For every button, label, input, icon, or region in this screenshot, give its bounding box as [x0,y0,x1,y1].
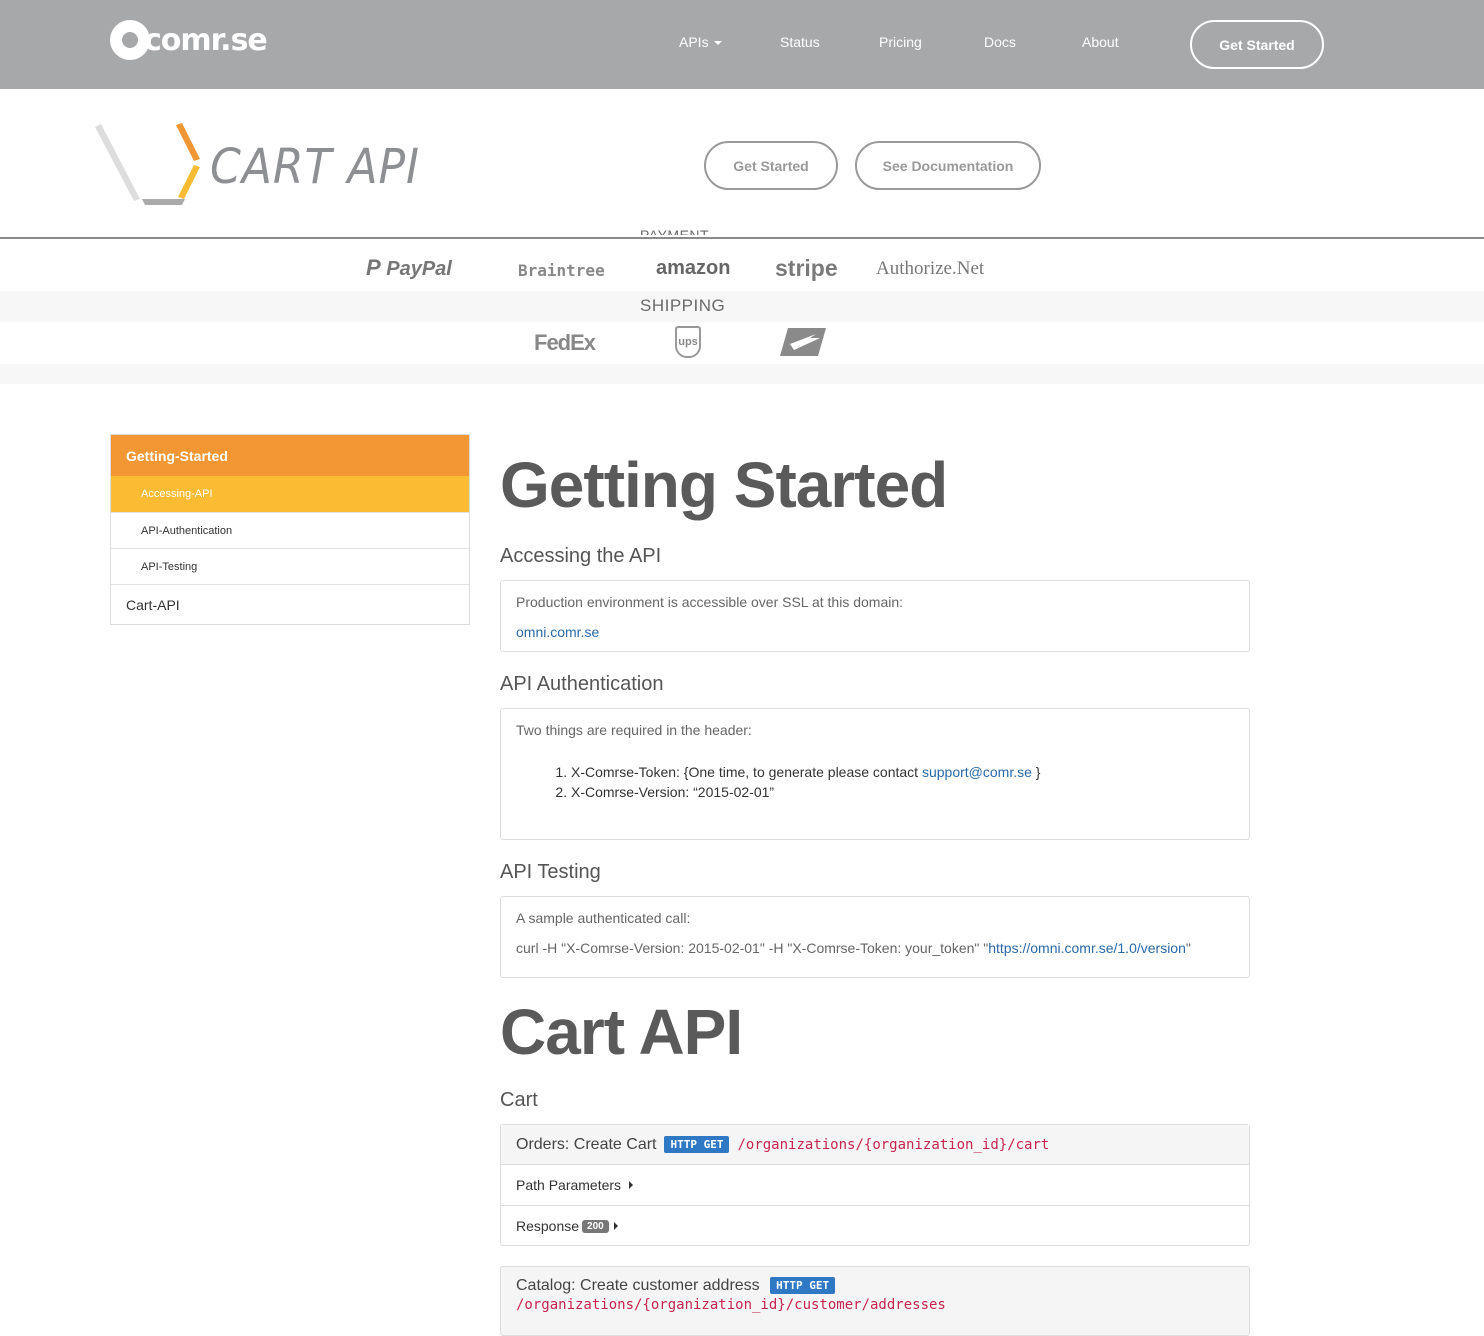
domain-link[interactable]: omni.comr.se [516,624,599,640]
api-testing-heading: API Testing [500,861,601,883]
payment-label: PAYMENT [640,227,710,235]
response-toggle[interactable]: Response 200 [501,1205,1249,1246]
endpoint-path: /organizations/{organization_id}/cart [737,1136,1050,1153]
cart-api-heading: Cart API [500,996,743,1068]
nav-item-docs[interactable]: Docs [984,34,1016,50]
logo-text: comr.se [144,22,268,58]
endpoint-header: Catalog: Create customer address HTTP GE… [516,1277,1234,1295]
endpoint-name: Orders: Create Cart [516,1135,657,1153]
nav-item-about[interactable]: About [1082,34,1119,50]
curl-command-text: curl -H "X-Comrse-Version: 2015-02-01" -… [516,940,989,956]
hero-banner: CART API Get Started See Documentation [0,89,1484,239]
http-method-badge: HTTP GET [770,1277,836,1295]
shipping-partners-row: FedEx ups [0,322,1484,364]
docs-sidebar: Getting-Started Accessing-API API-Authen… [110,434,470,625]
testing-text: A sample authenticated call: [516,910,691,926]
cart-heading: Cart [500,1089,538,1111]
stripe-logo: stripe [775,255,838,281]
logo-circle-icon [110,20,150,60]
top-navbar: comr.se APIs Status Pricing Docs About G… [0,0,1484,89]
endpoint-header[interactable]: Orders: Create Cart HTTP GET /organizati… [501,1125,1249,1164]
caret-right-icon [613,1222,618,1230]
nav-item-label: APIs [679,34,709,50]
authorize-net-logo: Authorize.Net [876,258,985,279]
sidebar-section-getting-started[interactable]: Getting-Started [111,435,469,476]
path-parameters-label: Path Parameters [516,1177,622,1193]
paypal-p-icon: P [366,255,381,280]
hero-title: CART API [210,139,420,195]
fedex-logo: FedEx [534,330,596,355]
token-suffix: } [1031,764,1041,780]
curl-command-end: " [1185,940,1191,956]
curl-command: curl -H "X-Comrse-Version: 2015-02-01" -… [516,940,1234,956]
nav-get-started-button[interactable]: Get Started [1190,20,1324,69]
response-label: Response [516,1218,580,1234]
shipping-label: SHIPPING [640,296,726,315]
auth-header-list: X-Comrse-Token: {One time, to generate p… [516,762,1234,802]
api-authentication-heading: API Authentication [500,673,664,695]
hero-get-started-button[interactable]: Get Started [704,141,838,190]
see-documentation-button[interactable]: See Documentation [855,141,1041,190]
braintree-logo: Braintree [518,261,605,280]
usps-eagle-icon [780,328,826,356]
accessing-api-heading: Accessing the API [500,545,662,567]
endpoint-name: Catalog: Create customer address [516,1277,760,1294]
auth-text: Two things are required in the header: [516,722,752,738]
http-method-badge: HTTP GET [664,1136,730,1153]
sidebar-item-api-authentication[interactable]: API-Authentication [111,512,469,548]
api-testing-panel: A sample authenticated call: curl -H "X-… [500,896,1250,978]
ups-logo: ups [675,326,701,358]
caret-down-icon [713,41,722,46]
create-customer-address-endpoint[interactable]: Catalog: Create customer address HTTP GE… [500,1266,1250,1336]
accessing-api-text: Production environment is accessible ove… [516,594,904,610]
api-authentication-panel: Two things are required in the header: X… [500,708,1250,840]
support-email-link[interactable]: support@comr.se [922,764,1032,780]
token-text: X-Comrse-Token: {One time, to generate p… [571,764,922,780]
nav-item-pricing[interactable]: Pricing [879,34,922,50]
getting-started-heading: Getting Started [500,449,948,521]
paypal-logo: P PayPal [366,255,452,281]
sidebar-item-api-testing[interactable]: API-Testing [111,548,469,584]
path-parameters-toggle[interactable]: Path Parameters [501,1164,1249,1205]
amazon-logo: amazon [656,257,731,279]
cart-logo-icon [95,123,200,205]
comrse-logo[interactable]: comr.se [110,18,268,62]
paypal-text: PayPal [386,258,452,280]
auth-list-item: X-Comrse-Token: {One time, to generate p… [571,762,1234,782]
payment-partners-row: PAYMENT P PayPal Braintree amazon stripe… [0,227,1484,291]
version-url-link[interactable]: https://omni.comr.se/1.0/version [988,940,1186,956]
sidebar-item-accessing-api[interactable]: Accessing-API [111,476,469,512]
accessing-api-panel: Production environment is accessible ove… [500,580,1250,652]
auth-list-item: X-Comrse-Version: “2015-02-01” [571,782,1234,802]
endpoint-path: /organizations/{organization_id}/custome… [516,1297,946,1313]
partners-bottom-band [0,364,1484,384]
caret-right-icon [629,1181,634,1189]
shipping-header-band: SHIPPING [0,291,1484,322]
sidebar-section-cart-api[interactable]: Cart-API [111,584,469,624]
status-badge: 200 [582,1219,609,1233]
create-cart-endpoint: Orders: Create Cart HTTP GET /organizati… [500,1124,1250,1246]
nav-item-status[interactable]: Status [780,34,820,50]
nav-item-apis[interactable]: APIs [679,34,722,50]
